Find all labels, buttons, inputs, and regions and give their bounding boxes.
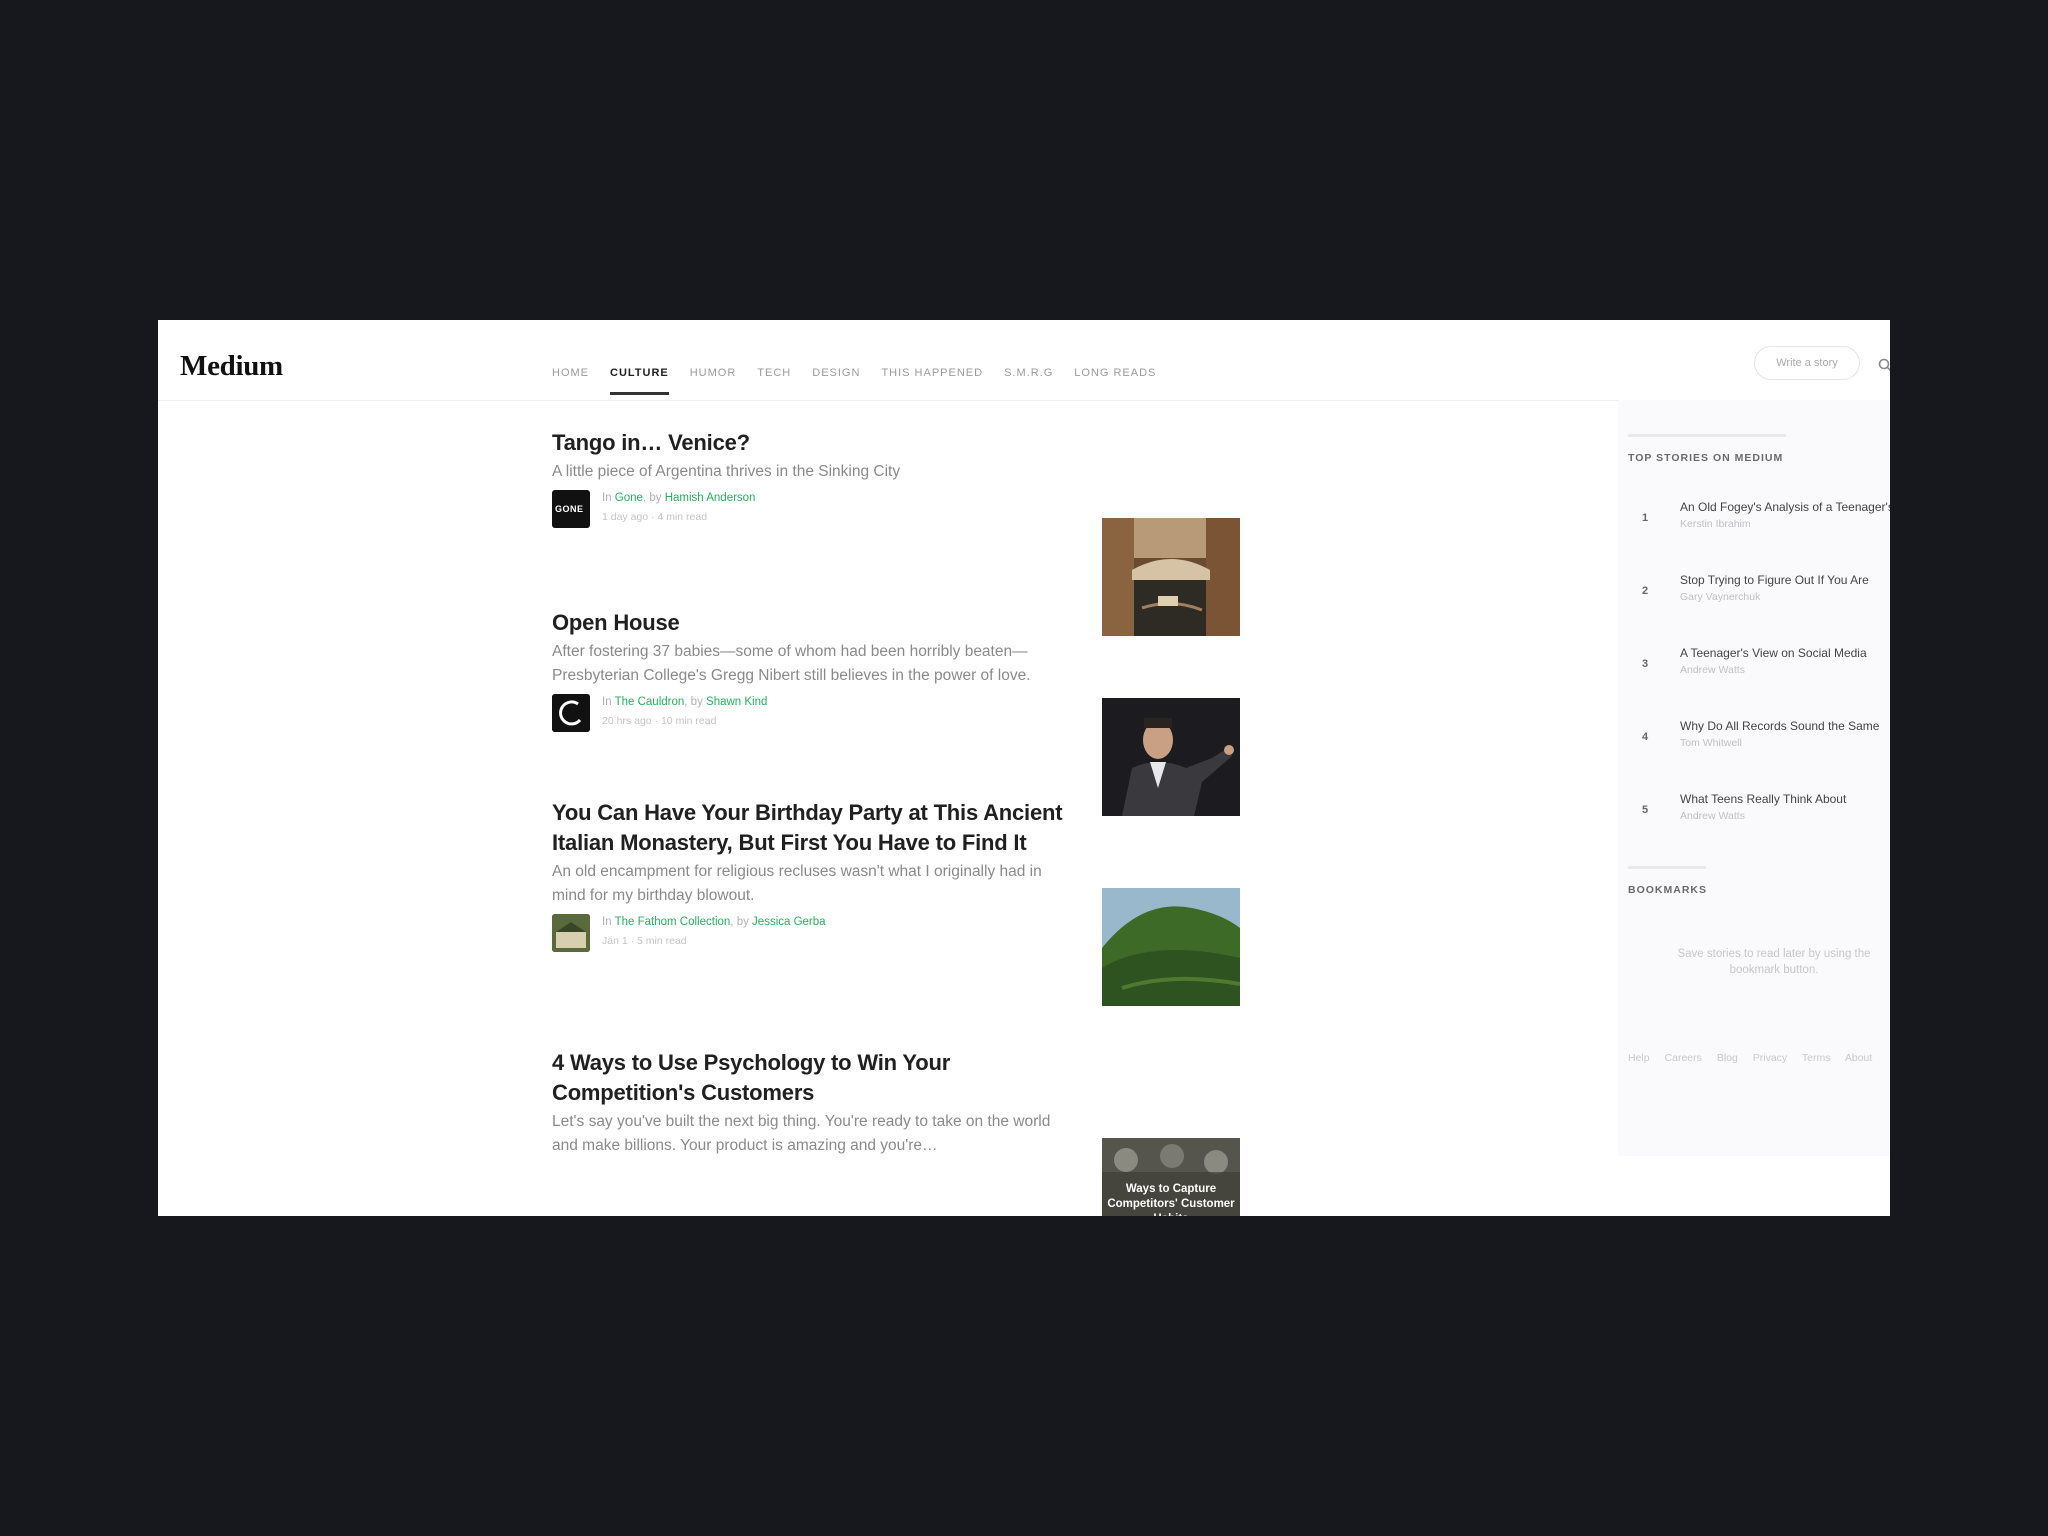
top-story-title[interactable]: Why Do All Records Sound the Same xyxy=(1680,719,1879,733)
nav-culture[interactable]: CULTURE xyxy=(610,368,669,400)
story-thumbnail-psychology[interactable]: Ways to Capture Competitors' Customer Ha… xyxy=(1102,1138,1240,1216)
footer-help[interactable]: Help xyxy=(1628,1052,1650,1064)
top-story-item[interactable]: 3 A Teenager's View on Social Media Andr… xyxy=(1628,646,1890,706)
read-time: 10 min read xyxy=(660,715,717,727)
story-byline: In The Fathom Collection, by Jessica Ger… xyxy=(602,916,826,928)
by-label: by xyxy=(736,916,749,928)
story-meta: GONE In Gone, by Hamish Anderson 1 day a… xyxy=(552,490,1072,530)
top-story-author[interactable]: Andrew Watts xyxy=(1680,810,1745,822)
bookmarks-empty-text: Save stories to read later by using the … xyxy=(1677,948,1871,976)
author-link[interactable]: Shawn Kind xyxy=(706,696,767,708)
story-title[interactable]: Open House xyxy=(552,608,1072,638)
write-story-button[interactable]: Write a story xyxy=(1754,346,1860,380)
publication-link[interactable]: The Fathom Collection xyxy=(615,916,731,928)
story-subtitle: An old encampment for religious recluses… xyxy=(552,863,1042,904)
top-story-rank: 3 xyxy=(1642,658,1649,670)
nav-tech[interactable]: TECH xyxy=(757,368,791,400)
section-rule xyxy=(1628,866,1706,869)
story-title[interactable]: Tango in… Venice? xyxy=(552,428,1072,458)
top-story-title[interactable]: An Old Fogey's Analysis of a Teenager's … xyxy=(1680,500,1890,514)
top-story-author[interactable]: Andrew Watts xyxy=(1680,664,1745,676)
publication-link[interactable]: The Cauldron xyxy=(615,696,685,708)
topic-nav: HOME CULTURE HUMOR TECH DESIGN THIS HAPP… xyxy=(552,368,1177,400)
search-icon[interactable] xyxy=(1878,358,1890,372)
publication-avatar[interactable] xyxy=(552,914,590,952)
publication-link[interactable]: Gone xyxy=(615,492,643,504)
nav-this-happened[interactable]: THIS HAPPENED xyxy=(881,368,983,400)
story-card[interactable]: Tango in… Venice? A little piece of Arge… xyxy=(552,428,1242,530)
story-subtitle: A little piece of Argentina thrives in t… xyxy=(552,463,901,480)
story-age: 1 day ago xyxy=(602,511,649,523)
story-age: Jan 1 xyxy=(602,935,628,947)
footer-careers[interactable]: Careers xyxy=(1665,1052,1702,1064)
story-timing: Jan 1 · 5 min read xyxy=(602,935,687,947)
top-story-rank: 2 xyxy=(1642,585,1649,597)
story-thumbnail-monastery[interactable] xyxy=(1102,888,1240,1006)
story-byline: In Gone, by Hamish Anderson xyxy=(602,492,756,504)
story-timing: 20 hrs ago · 10 min read xyxy=(602,715,717,727)
nav-design[interactable]: DESIGN xyxy=(812,368,860,400)
right-sidebar: TOP STORIES ON MEDIUM 1 An Old Fogey's A… xyxy=(1618,400,1890,1156)
top-story-author[interactable]: Gary Vaynerchuk xyxy=(1680,591,1760,603)
top-header: Medium HOME CULTURE HUMOR TECH DESIGN TH… xyxy=(158,320,1890,401)
publication-avatar[interactable] xyxy=(552,694,590,732)
nav-home[interactable]: HOME xyxy=(552,368,589,400)
top-story-author[interactable]: Tom Whitwell xyxy=(1680,737,1742,749)
story-subtitle: After fostering 37 babies—some of whom h… xyxy=(552,643,1031,684)
nav-smrg[interactable]: S.M.R.G xyxy=(1004,368,1053,400)
top-story-rank: 4 xyxy=(1642,731,1649,743)
author-link[interactable]: Jessica Gerba xyxy=(752,916,826,928)
publication-avatar-text: GONE xyxy=(555,504,584,514)
story-byline: In The Cauldron, by Shawn Kind xyxy=(602,696,768,708)
story-subtitle: Let's say you've built the next big thin… xyxy=(552,1113,1051,1154)
footer-terms[interactable]: Terms xyxy=(1802,1052,1831,1064)
top-story-author[interactable]: Kerstin Ibrahim xyxy=(1680,518,1751,530)
by-label: by xyxy=(649,492,662,504)
top-story-item[interactable]: 5 What Teens Really Think About Andrew W… xyxy=(1628,792,1890,852)
story-timing: 1 day ago · 4 min read xyxy=(602,511,708,523)
story-title[interactable]: You Can Have Your Birthday Party at This… xyxy=(552,798,1072,858)
read-time: 5 min read xyxy=(637,935,687,947)
story-age: 20 hrs ago xyxy=(602,715,652,727)
story-meta: In The Fathom Collection, by Jessica Ger… xyxy=(552,914,1072,954)
top-story-title[interactable]: What Teens Really Think About xyxy=(1680,792,1846,806)
in-label: In xyxy=(602,916,612,928)
top-story-rank: 1 xyxy=(1642,512,1649,524)
read-time: 4 min read xyxy=(657,511,708,523)
top-story-item[interactable]: 2 Stop Trying to Figure Out If You Are G… xyxy=(1628,573,1890,633)
browser-viewport: Medium HOME CULTURE HUMOR TECH DESIGN TH… xyxy=(158,320,1890,1216)
top-story-item[interactable]: 4 Why Do All Records Sound the Same Tom … xyxy=(1628,719,1890,779)
thumbnail-caption: Ways to Capture Competitors' Customer Ha… xyxy=(1107,1183,1235,1216)
nav-long-reads[interactable]: LONG READS xyxy=(1074,368,1156,400)
footer-links: Help Careers Blog Privacy Terms About xyxy=(1628,1052,1884,1064)
footer-privacy[interactable]: Privacy xyxy=(1753,1052,1787,1064)
in-label: In xyxy=(602,696,612,708)
footer-blog[interactable]: Blog xyxy=(1717,1052,1738,1064)
top-story-item[interactable]: 1 An Old Fogey's Analysis of a Teenager'… xyxy=(1628,500,1890,560)
story-title[interactable]: 4 Ways to Use Psychology to Win Your Com… xyxy=(552,1048,1072,1108)
by-label: by xyxy=(690,696,703,708)
top-stories-heading: TOP STORIES ON MEDIUM xyxy=(1628,452,1784,464)
author-link[interactable]: Hamish Anderson xyxy=(665,492,756,504)
in-label: In xyxy=(602,492,612,504)
publication-avatar[interactable]: GONE xyxy=(552,490,590,528)
medium-logo[interactable]: Medium xyxy=(180,350,283,383)
top-story-rank: 5 xyxy=(1642,804,1649,816)
top-story-title[interactable]: Stop Trying to Figure Out If You Are xyxy=(1680,573,1869,587)
bookmarks-heading: BOOKMARKS xyxy=(1628,884,1707,896)
footer-about[interactable]: About xyxy=(1845,1052,1872,1064)
nav-humor[interactable]: HUMOR xyxy=(690,368,737,400)
top-story-title[interactable]: A Teenager's View on Social Media xyxy=(1680,646,1867,660)
story-meta: In The Cauldron, by Shawn Kind 20 hrs ag… xyxy=(552,694,1072,734)
section-rule xyxy=(1628,434,1786,437)
